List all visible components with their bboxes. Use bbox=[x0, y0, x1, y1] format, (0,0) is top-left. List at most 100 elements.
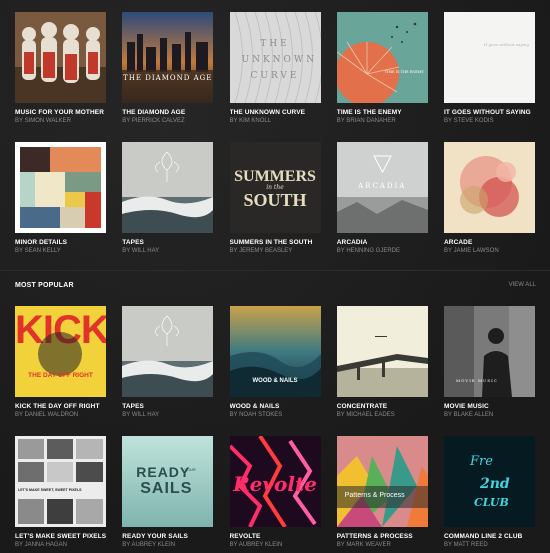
cover-art bbox=[336, 436, 428, 527]
cover-title: Revolte bbox=[233, 472, 317, 496]
album-author[interactable]: BY SEAN KELLY bbox=[15, 247, 106, 255]
album-cover[interactable] bbox=[122, 306, 214, 397]
album-cover[interactable]: It goes without saying bbox=[444, 12, 535, 103]
album-cover[interactable]: Revolte bbox=[229, 436, 321, 527]
album-title[interactable]: COMMAND LINE 2 CLUB bbox=[444, 533, 535, 541]
album-title[interactable]: IT GOES WITHOUT SAYING bbox=[444, 109, 535, 117]
album-author[interactable]: BY WILL HAY bbox=[122, 247, 213, 255]
album-card[interactable]: LET'S MAKE SWEET, SWEET PIXELS LET'S MAK… bbox=[15, 436, 106, 549]
cover-art bbox=[336, 12, 428, 103]
album-title[interactable]: MUSIC FOR YOUR MOTHER bbox=[15, 109, 106, 117]
album-card[interactable]: It goes without saying IT GOES WITHOUT S… bbox=[444, 12, 535, 125]
album-title[interactable]: LET'S MAKE SWEET PIXELS bbox=[15, 533, 106, 541]
album-author[interactable]: BY BLAKE ALLEN bbox=[444, 411, 535, 419]
album-author[interactable]: BY MARK WEAVER bbox=[337, 541, 428, 549]
cover-art bbox=[15, 142, 106, 233]
cover-title-line-1: READY bbox=[136, 464, 191, 480]
album-title[interactable]: THE DIAMOND AGE bbox=[122, 109, 213, 117]
album-title[interactable]: ARCADE bbox=[444, 239, 535, 247]
album-cover[interactable] bbox=[122, 142, 214, 233]
album-cover[interactable]: ARCADIA bbox=[336, 142, 428, 233]
album-row-4: LET'S MAKE SWEET, SWEET PIXELS LET'S MAK… bbox=[15, 436, 535, 549]
album-card[interactable]: Fre 2nd CLUB COMMAND LINE 2 CLUB BY MATT… bbox=[444, 436, 535, 549]
album-cover[interactable]: READY YOUR SAILS bbox=[122, 436, 214, 527]
album-cover[interactable]: THE UNKNOWN CURVE bbox=[229, 12, 321, 103]
album-author[interactable]: BY AUBREY KLEIN bbox=[122, 541, 213, 549]
album-title[interactable]: SUMMERS IN THE SOUTH bbox=[230, 239, 321, 247]
album-cover[interactable]: KICK THE DAY OFF RIGHT bbox=[15, 306, 106, 397]
album-author[interactable]: BY AUBREY KLEIN bbox=[230, 541, 321, 549]
album-author[interactable]: BY MATT REED bbox=[444, 541, 535, 549]
view-all-link[interactable]: VIEW ALL bbox=[509, 282, 536, 288]
album-cover[interactable] bbox=[15, 12, 106, 103]
album-title[interactable]: KICK THE DAY OFF RIGHT bbox=[15, 403, 106, 411]
cover-title: LET'S MAKE SWEET, SWEET PIXELS bbox=[18, 488, 82, 492]
album-author[interactable]: BY BRIAN DANAHER bbox=[337, 117, 428, 125]
album-card[interactable]: CONCENTRATE BY MICHAEL EADES bbox=[336, 306, 428, 419]
album-cover[interactable]: WOOD & NAILS bbox=[229, 306, 321, 397]
album-author[interactable]: BY DANIEL WALDRON bbox=[15, 411, 106, 419]
album-card[interactable]: TAPES BY WILL HAY bbox=[122, 306, 214, 419]
cover-art bbox=[336, 306, 428, 397]
album-title[interactable]: TAPES bbox=[122, 403, 213, 411]
album-title[interactable]: ARCADIA bbox=[337, 239, 428, 247]
album-author[interactable]: BY NOAH STOKES bbox=[230, 411, 321, 419]
album-cover[interactable] bbox=[15, 142, 106, 233]
album-author[interactable]: BY STEVE KODIS bbox=[444, 117, 535, 125]
album-card[interactable]: MINOR DETAILS BY SEAN KELLY bbox=[15, 142, 106, 255]
cover-title-line-2: 2nd bbox=[480, 476, 510, 492]
album-cover[interactable]: Patterns & Process bbox=[336, 436, 428, 527]
album-cover[interactable]: THE DIAMOND AGE bbox=[122, 12, 214, 103]
cover-title-line-3: SAILS bbox=[140, 480, 193, 497]
album-card[interactable]: KICK THE DAY OFF RIGHT KICK THE DAY OFF … bbox=[15, 306, 106, 419]
album-title[interactable]: THE UNKNOWN CURVE bbox=[230, 109, 321, 117]
album-card[interactable]: TAPES BY WILL HAY bbox=[122, 142, 214, 255]
cover-art bbox=[15, 436, 106, 527]
cover-art bbox=[122, 12, 214, 103]
cover-art bbox=[122, 142, 214, 233]
album-title[interactable]: REVOLTE bbox=[230, 533, 321, 541]
album-card[interactable]: READY YOUR SAILS READY YOUR SAILS BY AUB… bbox=[122, 436, 214, 549]
album-author[interactable]: BY JAMIE LAWSON bbox=[444, 247, 535, 255]
album-cover[interactable] bbox=[444, 142, 535, 233]
album-author[interactable]: BY SIMON WALKER bbox=[15, 117, 106, 125]
album-author[interactable]: BY JANNA HAGAN bbox=[15, 541, 106, 549]
cover-title-line-2: THE DAY OFF RIGHT bbox=[28, 372, 93, 379]
album-title[interactable]: READY YOUR SAILS bbox=[122, 533, 213, 541]
album-card[interactable]: MUSIC FOR YOUR MOTHER BY SIMON WALKER bbox=[15, 12, 106, 125]
cover-title: ARCADIA bbox=[358, 182, 407, 190]
album-cover[interactable]: TIME IS THE ENEMY bbox=[336, 12, 428, 103]
album-title[interactable]: PATTERNS & PROCESS bbox=[337, 533, 428, 541]
album-card[interactable]: THE UNKNOWN CURVE THE UNKNOWN CURVE BY K… bbox=[229, 12, 321, 125]
album-author[interactable]: BY MICHAEL EADES bbox=[337, 411, 428, 419]
album-cover[interactable]: MOVIE MUSIC bbox=[444, 306, 535, 397]
album-author[interactable]: BY HENNING GJERDE bbox=[337, 247, 428, 255]
album-cover[interactable]: Fre 2nd CLUB bbox=[444, 436, 535, 527]
album-author[interactable]: BY JEREMY BEASLEY bbox=[230, 247, 321, 255]
album-cover[interactable]: SUMMERS in the SOUTH bbox=[229, 142, 321, 233]
album-cover[interactable]: LET'S MAKE SWEET, SWEET PIXELS bbox=[15, 436, 106, 527]
cover-title-line-2: YOUR bbox=[184, 467, 196, 472]
album-card[interactable]: MOVIE MUSIC MOVIE MUSIC BY BLAKE ALLEN bbox=[444, 306, 535, 419]
album-author[interactable]: BY KIM KNOLL bbox=[230, 117, 321, 125]
album-cover[interactable] bbox=[336, 306, 428, 397]
album-author[interactable]: BY WILL HAY bbox=[122, 411, 213, 419]
album-card[interactable]: Patterns & Process PATTERNS & PROCESS BY… bbox=[336, 436, 428, 549]
album-title[interactable]: TAPES bbox=[122, 239, 213, 247]
album-card[interactable]: ARCADIA ARCADIA BY HENNING GJERDE bbox=[336, 142, 428, 255]
album-card[interactable]: THE DIAMOND AGE THE DIAMOND AGE BY PIERR… bbox=[122, 12, 214, 125]
album-card[interactable]: SUMMERS in the SOUTH SUMMERS IN THE SOUT… bbox=[229, 142, 321, 255]
album-row-1: MUSIC FOR YOUR MOTHER BY SIMON WALKER TH… bbox=[15, 12, 535, 125]
cover-title: Patterns & Process bbox=[344, 492, 405, 499]
album-title[interactable]: WOOD & NAILS bbox=[230, 403, 321, 411]
album-title[interactable]: CONCENTRATE bbox=[337, 403, 428, 411]
album-author[interactable]: BY PIERRICK CALVEZ bbox=[122, 117, 213, 125]
album-card[interactable]: WOOD & NAILS WOOD & NAILS BY NOAH STOKES bbox=[229, 306, 321, 419]
cover-title: THE UNKNOWN CURVE bbox=[241, 39, 318, 81]
album-card[interactable]: ARCADE BY JAMIE LAWSON bbox=[444, 142, 535, 255]
album-card[interactable]: Revolte REVOLTE BY AUBREY KLEIN bbox=[229, 436, 321, 549]
album-title[interactable]: MINOR DETAILS bbox=[15, 239, 106, 247]
album-card[interactable]: TIME IS THE ENEMY TIME IS THE ENEMY BY B… bbox=[336, 12, 428, 125]
album-title[interactable]: TIME IS THE ENEMY bbox=[337, 109, 428, 117]
album-title[interactable]: MOVIE MUSIC bbox=[444, 403, 535, 411]
